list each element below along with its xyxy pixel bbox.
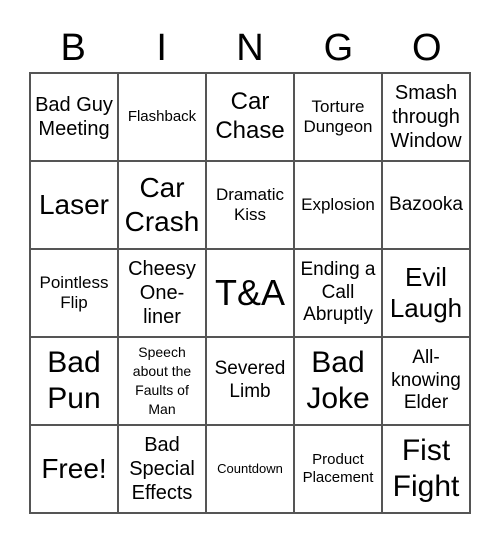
header-letter-g: G <box>323 27 354 69</box>
bingo-cell[interactable]: Fist Fight <box>382 425 470 513</box>
header-letter-o: O <box>412 27 442 69</box>
bingo-header: B I N G O <box>29 26 471 70</box>
header-letter-b: B <box>60 27 86 69</box>
bingo-cell[interactable]: Bad Joke <box>294 337 382 425</box>
bingo-cell[interactable]: Explosion <box>294 161 382 249</box>
bingo-cell[interactable]: All-knowing Elder <box>382 337 470 425</box>
bingo-grid: Bad Guy Meeting Flashback Car Chase Torture… <box>29 72 471 514</box>
bingo-cell[interactable]: Bad Guy Meeting <box>30 73 118 161</box>
bingo-cell[interactable]: Countdown <box>206 425 294 513</box>
bingo-cell[interactable]: Bazooka <box>382 161 470 249</box>
bingo-cell[interactable]: Flashback <box>118 73 206 161</box>
bingo-cell[interactable]: Speech about the Faults of Man <box>118 337 206 425</box>
bingo-cell[interactable]: Free! <box>30 425 118 513</box>
bingo-cell[interactable]: Car Crash <box>118 161 206 249</box>
bingo-cell[interactable]: Bad Special Effects <box>118 425 206 513</box>
header-letter-n: N <box>236 27 264 69</box>
bingo-cell[interactable]: T&A <box>206 249 294 337</box>
bingo-cell[interactable]: Torture Dungeon <box>294 73 382 161</box>
bingo-cell[interactable]: Bad Pun <box>30 337 118 425</box>
bingo-cell[interactable]: Laser <box>30 161 118 249</box>
bingo-cell[interactable]: Car Chase <box>206 73 294 161</box>
bingo-cell[interactable]: Evil Laugh <box>382 249 470 337</box>
bingo-cell[interactable]: Pointless Flip <box>30 249 118 337</box>
bingo-cell[interactable]: Ending a Call Abruptly <box>294 249 382 337</box>
bingo-cell[interactable]: Product Placement <box>294 425 382 513</box>
header-letter-i: I <box>156 27 167 69</box>
bingo-cell[interactable]: Smash through Window <box>382 73 470 161</box>
bingo-cell[interactable]: Cheesy One-liner <box>118 249 206 337</box>
bingo-cell[interactable]: Severed Limb <box>206 337 294 425</box>
bingo-cell[interactable]: Dramatic Kiss <box>206 161 294 249</box>
